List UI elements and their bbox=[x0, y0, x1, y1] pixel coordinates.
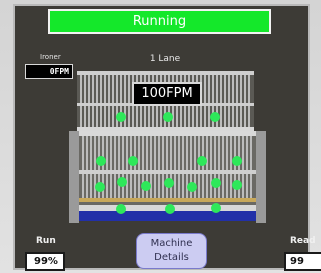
indicator-light bbox=[116, 112, 126, 122]
indicator-light bbox=[232, 156, 242, 166]
lower-middle-rail bbox=[69, 170, 266, 174]
upper-bar bbox=[204, 75, 206, 127]
lower-bar bbox=[202, 136, 204, 198]
lower-bar bbox=[210, 136, 212, 198]
upper-bottom-rail bbox=[77, 127, 254, 131]
upper-bar bbox=[112, 75, 114, 127]
upper-bar bbox=[232, 75, 234, 127]
ready-label: Read bbox=[290, 236, 316, 246]
lower-bar bbox=[206, 136, 208, 198]
upper-bar bbox=[244, 75, 246, 127]
upper-bar bbox=[248, 75, 250, 127]
upper-bar bbox=[108, 75, 110, 127]
machine-details-button[interactable]: Machine Details bbox=[136, 233, 207, 269]
upper-bar bbox=[224, 75, 226, 127]
left-post bbox=[69, 131, 79, 223]
lower-bar bbox=[230, 136, 232, 198]
upper-bar bbox=[88, 75, 90, 127]
indicator-light bbox=[197, 156, 207, 166]
lower-bar bbox=[218, 136, 220, 198]
lower-bar bbox=[158, 136, 160, 198]
lower-bar bbox=[114, 136, 116, 198]
lower-bar bbox=[174, 136, 176, 198]
upper-bar bbox=[236, 75, 238, 127]
ready-value: 99 bbox=[284, 252, 321, 271]
lower-rack-bars bbox=[82, 136, 252, 198]
lower-bar bbox=[90, 136, 92, 198]
lower-bar bbox=[86, 136, 88, 198]
conveyor-rail bbox=[79, 198, 256, 202]
lower-bar bbox=[126, 136, 128, 198]
lower-bar bbox=[118, 136, 120, 198]
lower-bar bbox=[130, 136, 132, 198]
lower-bar bbox=[162, 136, 164, 198]
lower-bar bbox=[226, 136, 228, 198]
upper-bar bbox=[104, 75, 106, 127]
upper-bar bbox=[100, 75, 102, 127]
lower-bar bbox=[138, 136, 140, 198]
lower-bar bbox=[122, 136, 124, 198]
indicator-light bbox=[96, 156, 106, 166]
upper-bar bbox=[80, 75, 82, 127]
indicator-light bbox=[116, 204, 126, 214]
upper-bar bbox=[128, 75, 130, 127]
indicator-light bbox=[210, 112, 220, 122]
right-post bbox=[256, 131, 266, 223]
lower-top-rail bbox=[69, 131, 266, 136]
indicator-light bbox=[211, 203, 221, 213]
lower-bar bbox=[150, 136, 152, 198]
lower-bar bbox=[106, 136, 108, 198]
upper-bar bbox=[220, 75, 222, 127]
lower-bar bbox=[170, 136, 172, 198]
upper-bar bbox=[84, 75, 86, 127]
upper-bar bbox=[240, 75, 242, 127]
lower-bar bbox=[246, 136, 248, 198]
indicator-light bbox=[211, 178, 221, 188]
lower-bar bbox=[242, 136, 244, 198]
upper-top-rail bbox=[77, 71, 254, 75]
upper-bar bbox=[208, 75, 210, 127]
lower-bar bbox=[134, 136, 136, 198]
indicator-light bbox=[187, 182, 197, 192]
indicator-light bbox=[165, 204, 175, 214]
indicator-light bbox=[163, 112, 173, 122]
run-value: 99% bbox=[25, 252, 65, 271]
upper-bar bbox=[96, 75, 98, 127]
lower-bar bbox=[250, 136, 252, 198]
indicator-light bbox=[232, 180, 242, 190]
indicator-light bbox=[95, 182, 105, 192]
machine-speed-value: 100FPM bbox=[132, 82, 202, 106]
lower-bar bbox=[178, 136, 180, 198]
lower-bar bbox=[182, 136, 184, 198]
upper-bar bbox=[228, 75, 230, 127]
upper-bar bbox=[92, 75, 94, 127]
indicator-light bbox=[164, 178, 174, 188]
lower-bar bbox=[222, 136, 224, 198]
machine-status-screen: Running Ironer 0FPM 1 Lane 100FPM Run 99… bbox=[0, 0, 321, 273]
lower-bar bbox=[198, 136, 200, 198]
lower-bar bbox=[166, 136, 168, 198]
indicator-light bbox=[128, 156, 138, 166]
indicator-light bbox=[141, 181, 151, 191]
lower-bar bbox=[82, 136, 84, 198]
indicator-light bbox=[117, 177, 127, 187]
lower-bar bbox=[110, 136, 112, 198]
lower-bar bbox=[214, 136, 216, 198]
lower-bar bbox=[154, 136, 156, 198]
run-label: Run bbox=[36, 236, 56, 246]
